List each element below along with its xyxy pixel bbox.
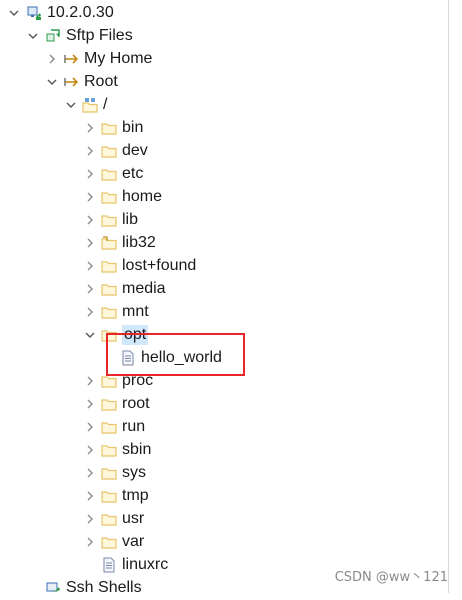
tree-item[interactable]: media	[0, 278, 448, 301]
sftp-folder-icon	[63, 74, 79, 90]
tree-item-label: run	[122, 418, 146, 435]
chevron-right-icon[interactable]	[83, 535, 97, 549]
tree-item-label: linuxrc	[122, 556, 169, 573]
chevron-right-icon[interactable]	[83, 489, 97, 503]
folder-icon	[101, 258, 117, 274]
tree-item-label: Root	[84, 73, 118, 90]
folder-icon	[101, 189, 117, 205]
chevron-right-icon[interactable]	[83, 374, 97, 388]
chevron-down-icon[interactable]	[26, 29, 40, 43]
chevron-down-icon[interactable]	[83, 328, 97, 342]
chevron-right-icon[interactable]	[83, 213, 97, 227]
tree-item-label: root	[122, 395, 150, 412]
tree-item[interactable]: 10.2.0.30	[0, 2, 448, 25]
tree-item-label: My Home	[84, 50, 153, 67]
tree-item-label: sbin	[122, 441, 152, 458]
folder-icon	[101, 488, 117, 504]
chevron-right-icon[interactable]	[45, 52, 59, 66]
tree-item[interactable]: sbin	[0, 439, 448, 462]
tree-item-label: lib32	[122, 234, 156, 251]
folder-icon	[101, 442, 117, 458]
tree-item-label: home	[122, 188, 163, 205]
tree-item-label: Ssh Shells	[66, 579, 142, 596]
chevron-right-icon[interactable]	[83, 512, 97, 526]
folder-icon	[101, 281, 117, 297]
chevron-right-icon[interactable]	[83, 167, 97, 181]
panel-divider	[448, 0, 449, 593]
tree-item-label: Sftp Files	[66, 27, 133, 44]
tree-item-label: media	[122, 280, 166, 297]
tree-item-label: tmp	[122, 487, 149, 504]
chevron-right-icon[interactable]	[83, 282, 97, 296]
folder-icon	[101, 166, 117, 182]
sftp-icon	[45, 28, 61, 44]
tree-item[interactable]: tmp	[0, 485, 448, 508]
tree-item[interactable]: run	[0, 416, 448, 439]
tree-item[interactable]: bin	[0, 117, 448, 140]
folder-icon	[101, 419, 117, 435]
folder-icon	[101, 396, 117, 412]
chevron-right-icon[interactable]	[83, 397, 97, 411]
tree-item-label: /	[103, 96, 108, 113]
tree-item-label: dev	[122, 142, 148, 159]
tree-item[interactable]: My Home	[0, 48, 448, 71]
folder-icon	[101, 534, 117, 550]
chevron-right-icon[interactable]	[83, 121, 97, 135]
tree-item-label: sys	[122, 464, 146, 481]
sftp-folder-icon	[63, 51, 79, 67]
ssh-icon	[45, 580, 61, 596]
tree-item-label: mnt	[122, 303, 149, 320]
tree-item-label: var	[122, 533, 145, 550]
tree-item[interactable]: dev	[0, 140, 448, 163]
tree-item[interactable]: /	[0, 94, 448, 117]
tree-item-label: bin	[122, 119, 144, 136]
remote-systems-tree: 10.2.0.30 Sftp Files My Home Root / bin dev etc…	[0, 0, 448, 596]
chevron-down-icon[interactable]	[7, 6, 21, 20]
tree-item[interactable]: var	[0, 531, 448, 554]
watermark: CSDN @ww丶121	[334, 570, 448, 585]
chevron-right-icon[interactable]	[83, 236, 97, 250]
chevron-right-icon[interactable]	[83, 190, 97, 204]
tree-item[interactable]: home	[0, 186, 448, 209]
tree-item[interactable]: lib	[0, 209, 448, 232]
link-folder-icon	[101, 235, 117, 251]
tree-item-label: etc	[122, 165, 144, 182]
tree-item[interactable]: lib32	[0, 232, 448, 255]
folder-icon	[101, 304, 117, 320]
file-icon	[101, 557, 117, 573]
tree-item[interactable]: root	[0, 393, 448, 416]
tree-item[interactable]: lost+found	[0, 255, 448, 278]
folder-icon	[101, 120, 117, 136]
chevron-right-icon[interactable]	[83, 305, 97, 319]
chevron-right-icon[interactable]	[83, 466, 97, 480]
tree-item[interactable]: sys	[0, 462, 448, 485]
chevron-right-icon[interactable]	[83, 420, 97, 434]
root-folder-icon	[82, 97, 98, 113]
tree-item[interactable]: Root	[0, 71, 448, 94]
folder-icon	[101, 143, 117, 159]
chevron-down-icon[interactable]	[45, 75, 59, 89]
folder-icon	[101, 511, 117, 527]
tree-item[interactable]: Sftp Files	[0, 25, 448, 48]
tree-item[interactable]: usr	[0, 508, 448, 531]
tree-item[interactable]: etc	[0, 163, 448, 186]
tree-item-label: lib	[122, 211, 139, 228]
tree-item-label: usr	[122, 510, 145, 527]
tree-item-label: 10.2.0.30	[47, 4, 114, 21]
folder-icon	[101, 465, 117, 481]
chevron-down-icon[interactable]	[64, 98, 78, 112]
chevron-right-icon[interactable]	[83, 259, 97, 273]
chevron-right-icon[interactable]	[83, 144, 97, 158]
server-icon	[26, 5, 42, 21]
folder-icon	[101, 212, 117, 228]
tree-item-label: lost+found	[122, 257, 197, 274]
tree-item[interactable]: mnt	[0, 301, 448, 324]
annotation-highlight-box	[106, 333, 245, 376]
chevron-right-icon[interactable]	[83, 443, 97, 457]
